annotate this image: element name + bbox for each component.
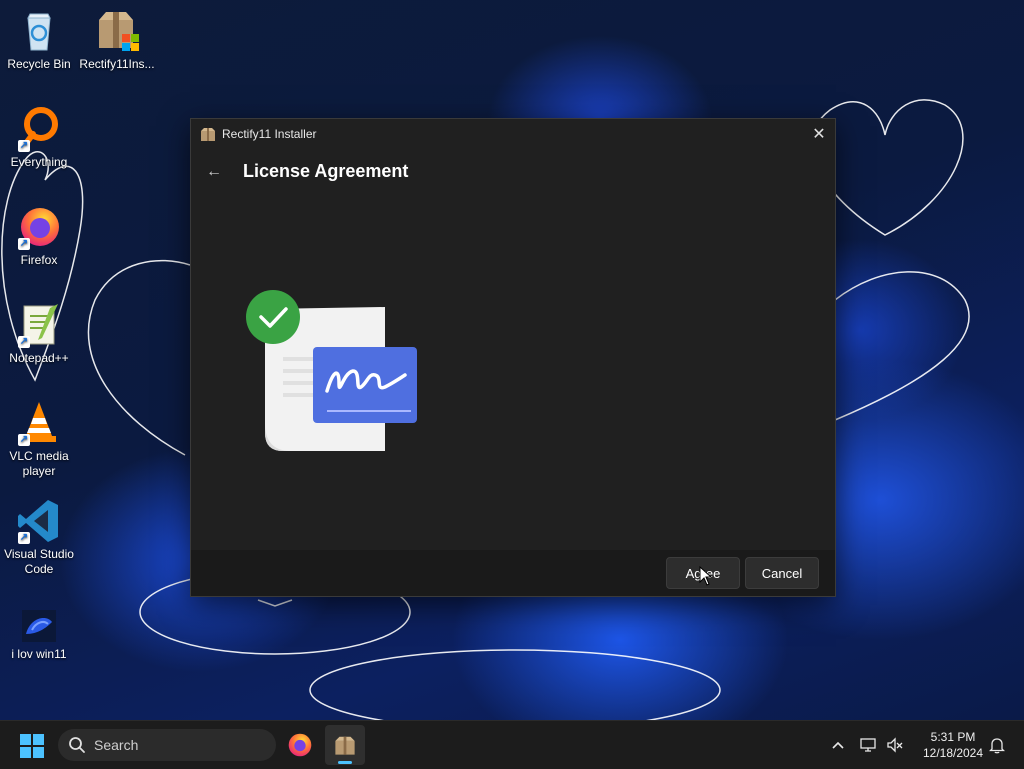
taskbar-search-box[interactable]: Search xyxy=(58,729,276,761)
desktop-icon-recycle-bin[interactable]: Recycle Bin xyxy=(0,8,78,72)
page-title: License Agreement xyxy=(243,161,409,181)
window-titlebar[interactable]: Rectify11 Installer ✕ xyxy=(191,119,835,149)
desktop-icon-label: i lov win11 xyxy=(11,647,67,661)
cancel-button[interactable]: Cancel xyxy=(745,557,819,589)
search-icon xyxy=(69,737,85,753)
chevron-up-icon xyxy=(832,741,844,749)
network-icon xyxy=(860,738,876,752)
desktop-icon-label: Rectify11Ins... xyxy=(79,57,155,71)
volume-muted-icon xyxy=(887,737,903,753)
desktop-icon-label: Everything xyxy=(10,155,68,169)
firefox-icon: ↗ xyxy=(16,204,62,250)
installer-package-icon xyxy=(335,736,355,755)
active-app-indicator xyxy=(338,761,352,764)
desktop-icon-label: Visual Studio Code xyxy=(4,547,74,576)
network-status-button[interactable] xyxy=(858,733,880,757)
installer-package-icon xyxy=(99,12,139,51)
bell-icon xyxy=(989,738,1005,754)
shortcut-arrow-icon: ↗ xyxy=(18,238,30,250)
notepad-plus-plus-icon: ↗ xyxy=(16,302,62,348)
desktop-icon-label: Firefox xyxy=(20,253,58,267)
show-hidden-icons-button[interactable] xyxy=(828,733,848,757)
notifications-button[interactable] xyxy=(986,733,1008,757)
shortcut-arrow-icon: ↗ xyxy=(18,140,30,152)
dialog-footer: Agree Cancel xyxy=(191,550,835,596)
recycle-bin-icon xyxy=(27,13,51,51)
windows-start-icon[interactable] xyxy=(19,733,45,759)
shortcut-arrow-icon: ↗ xyxy=(18,434,30,446)
vlc-icon: ↗ xyxy=(16,400,62,446)
clock-date: 12/18/2024 xyxy=(922,746,984,760)
desktop-icon-label: VLC media player xyxy=(9,449,69,478)
desktop-icon-i-lov-win11[interactable]: i lov win11 xyxy=(0,608,78,662)
shortcut-arrow-icon: ↗ xyxy=(18,532,30,544)
desktop-icon-vscode[interactable]: ↗ Visual Studio Code xyxy=(0,498,78,577)
desktop-icon-everything[interactable]: ↗ Everything xyxy=(0,106,78,170)
desktop-icon-firefox[interactable]: ↗ Firefox xyxy=(0,204,78,268)
desktop-icon-rectify11-installer[interactable]: Rectify11Ins... xyxy=(78,8,156,72)
desktop-icon-label: Recycle Bin xyxy=(7,57,71,71)
shortcut-arrow-icon: ↗ xyxy=(18,336,30,348)
firefox-icon xyxy=(288,733,312,757)
desktop-icon-vlc[interactable]: ↗ VLC media player xyxy=(0,400,78,479)
taskbar-clock[interactable]: 5:31 PM 12/18/2024 xyxy=(912,729,994,761)
vscode-icon: ↗ xyxy=(16,498,62,544)
search-placeholder: Search xyxy=(94,737,139,753)
desktop-icon-label: Notepad++ xyxy=(9,351,69,365)
taskbar-installer-button[interactable] xyxy=(325,725,365,765)
everything-search-icon: ↗ xyxy=(16,106,62,152)
image-file-icon xyxy=(22,610,56,642)
mouse-cursor-icon xyxy=(699,566,713,586)
back-button[interactable]: ← xyxy=(203,161,225,183)
volume-button[interactable] xyxy=(884,733,906,757)
license-document-signature-icon xyxy=(246,290,417,451)
taskbar-firefox-button[interactable] xyxy=(280,725,320,765)
desktop-icon-notepad-plus-plus[interactable]: ↗ Notepad++ xyxy=(0,302,78,366)
close-button[interactable]: ✕ xyxy=(803,119,835,149)
window-title: Rectify11 Installer xyxy=(222,127,317,141)
clock-time: 5:31 PM xyxy=(930,730,976,744)
taskbar: Search 5:31 PM 12/18/2024 xyxy=(0,720,1024,769)
installer-package-icon xyxy=(201,128,215,141)
installer-window: Rectify11 Installer ✕ ← License Agreemen… xyxy=(190,118,836,597)
